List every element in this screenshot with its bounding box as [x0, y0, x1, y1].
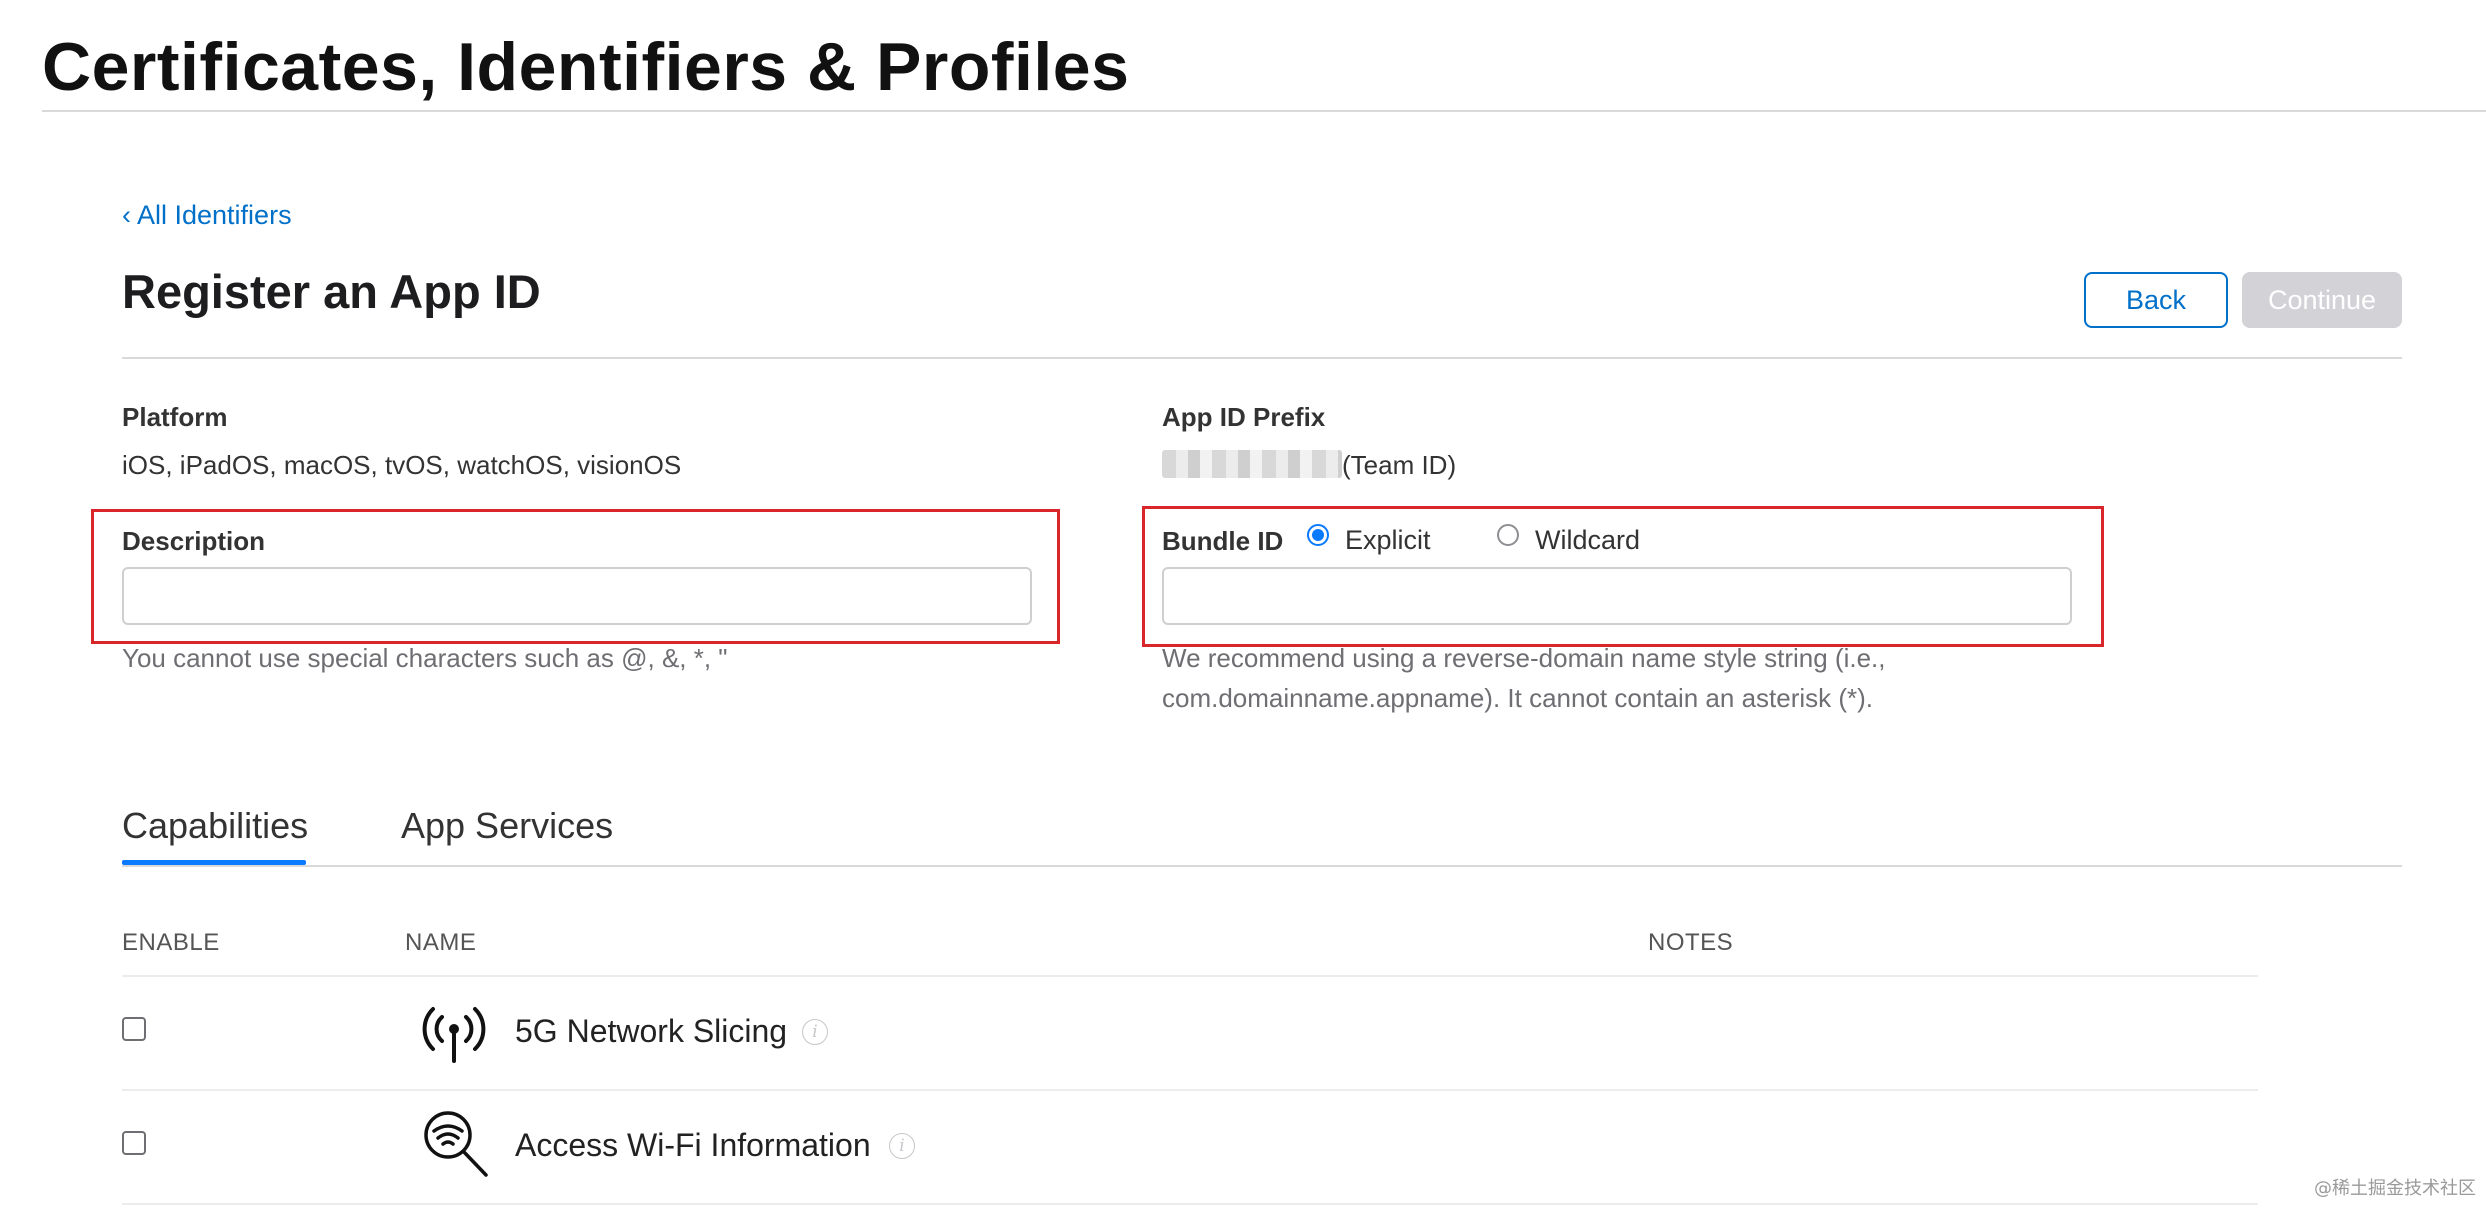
bundle-id-helper-line-2: com.domainname.appname). It cannot conta… — [1162, 683, 1874, 713]
wildcard-radio-label[interactable]: Wildcard — [1535, 525, 1640, 556]
capability-name: 5G Network Slicing — [515, 1013, 788, 1049]
bundle-id-label: Bundle ID — [1162, 526, 1284, 556]
team-id-suffix: (Team ID) — [1342, 450, 1457, 480]
page-title: Certificates, Identifiers & Profiles — [42, 29, 1130, 105]
column-header-enable: ENABLE — [122, 929, 220, 956]
enable-checkbox[interactable] — [122, 1131, 146, 1155]
description-helper: You cannot use special characters such a… — [122, 643, 728, 673]
continue-button[interactable]: Continue — [2242, 272, 2402, 328]
title-divider — [42, 110, 2486, 112]
back-button[interactable]: Back — [2084, 272, 2228, 328]
info-icon[interactable]: i — [802, 1019, 828, 1045]
tabs-divider — [122, 865, 2402, 867]
table-row: Access Wi-Fi Information i — [0, 1091, 2486, 1203]
tab-app-services[interactable]: App Services — [401, 805, 613, 847]
tab-capabilities[interactable]: Capabilities — [122, 805, 308, 847]
platform-label: Platform — [122, 402, 228, 432]
enable-checkbox[interactable] — [122, 1017, 146, 1041]
description-label: Description — [122, 526, 266, 556]
team-id-redacted — [1162, 450, 1342, 478]
antenna-icon — [420, 999, 488, 1067]
description-input[interactable] — [122, 567, 1032, 625]
bundle-id-helper-line-1: We recommend using a reverse-domain name… — [1162, 643, 1886, 673]
all-identifiers-link[interactable]: ‹ All Identifiers — [122, 200, 292, 231]
bundle-id-input[interactable] — [1162, 567, 2072, 625]
section-heading: Register an App ID — [122, 265, 541, 318]
watermark: @稀土掘金技术社区 — [2314, 1178, 2476, 1199]
info-icon[interactable]: i — [889, 1133, 915, 1159]
header-divider — [122, 357, 2402, 359]
capability-name: Access Wi-Fi Information — [515, 1127, 871, 1163]
wildcard-radio[interactable] — [1497, 524, 1519, 546]
active-tab-indicator — [122, 860, 306, 865]
table-row-divider — [122, 1203, 2258, 1205]
column-header-name: NAME — [405, 929, 477, 956]
app-id-prefix-label: App ID Prefix — [1162, 402, 1326, 432]
wifi-search-icon — [420, 1109, 492, 1181]
table-row: 5G Network Slicing i — [0, 977, 2486, 1089]
column-header-notes: NOTES — [1648, 929, 1734, 956]
platform-value: iOS, iPadOS, macOS, tvOS, watchOS, visio… — [122, 450, 682, 480]
explicit-radio[interactable] — [1307, 524, 1329, 546]
explicit-radio-label[interactable]: Explicit — [1345, 525, 1431, 556]
